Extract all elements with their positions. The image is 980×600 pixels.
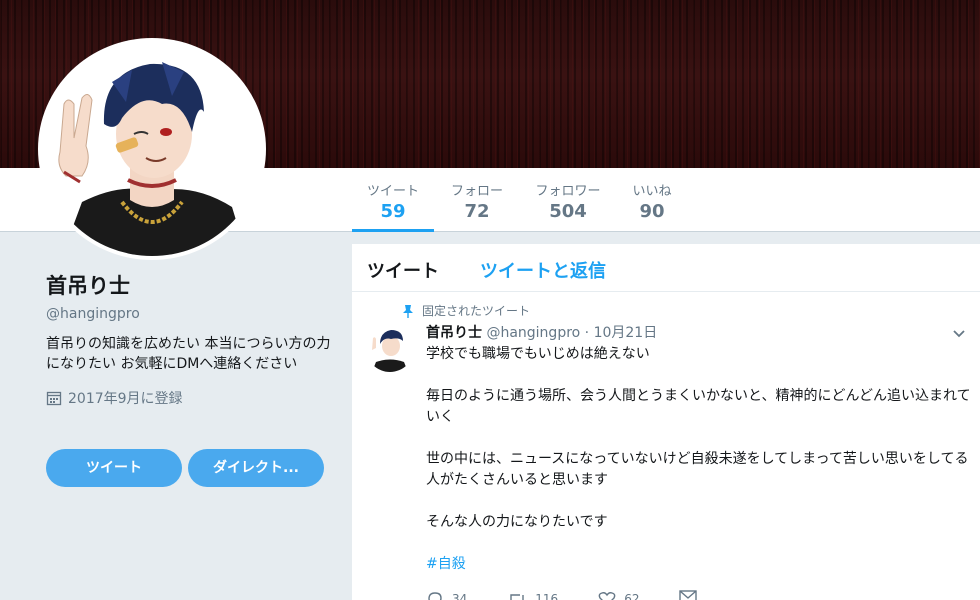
- tweet-author-name[interactable]: 首吊り士: [426, 325, 482, 341]
- tweet-to-button[interactable]: ツイート: [46, 449, 182, 487]
- envelope-icon: [679, 590, 698, 600]
- tweet-separator: ·: [584, 325, 590, 341]
- calendar-icon: [46, 391, 62, 406]
- reply-icon: [428, 591, 442, 600]
- retweet-count: 116: [535, 591, 559, 600]
- chevron-down-icon[interactable]: [952, 324, 966, 343]
- stat-likes[interactable]: いいね 90: [622, 180, 682, 232]
- avatar-illustration: [42, 42, 262, 256]
- tab-tweets-and-replies[interactable]: ツイートと返信: [480, 257, 606, 283]
- timeline: ツイート ツイートと返信 固定されたツイート 首吊り士 @hangingpro …: [352, 244, 980, 600]
- reply-action[interactable]: 34: [426, 591, 467, 600]
- profile-joined-text: 2017年9月に登録: [68, 391, 183, 407]
- tweet-line: 毎日のように通う場所、会う人間とうまくいかないと、精神的にどんどん追い込まれてい…: [426, 388, 971, 425]
- tweet-date[interactable]: 10月21日: [594, 325, 658, 341]
- pinned-indicator: 固定されたツイート: [402, 302, 530, 319]
- tab-tweets[interactable]: ツイート: [367, 257, 439, 283]
- stat-following[interactable]: フォロー 72: [442, 180, 512, 232]
- pinned-label: 固定されたツイート: [422, 304, 531, 318]
- stat-tweets[interactable]: ツイート 59: [352, 180, 434, 232]
- stat-likes-count: 90: [639, 201, 665, 222]
- profile-joined: 2017年9月に登録: [46, 388, 336, 408]
- profile-bio: 首吊りの知識を広めたい 本当につらい方の力になりたい お気軽にDMへ連絡ください: [46, 336, 331, 372]
- tweet-actions: 34 116 62: [426, 590, 698, 600]
- heart-icon: [598, 591, 616, 600]
- profile-name: 首吊り士: [46, 274, 130, 298]
- retweet-action[interactable]: 116: [507, 591, 558, 600]
- tweet-avatar-illustration: [366, 324, 414, 372]
- like-count: 62: [624, 591, 640, 600]
- stat-likes-label: いいね: [632, 184, 672, 199]
- profile-info: 首吊り士 @hangingpro 首吊りの知識を広めたい 本当につらい方の力にな…: [46, 270, 336, 408]
- tweet-hashtag[interactable]: #自殺: [426, 554, 971, 575]
- retweet-icon: [510, 593, 524, 600]
- tweet-text: 学校でも職場でもいじめは絶えない 毎日のように通う場所、会う人間とうまくいかない…: [426, 344, 971, 596]
- stat-followers-count: 504: [549, 201, 587, 222]
- tweet-header: 首吊り士 @hangingpro · 10月21日: [426, 322, 657, 342]
- tweet-line: そんな人の力になりたいです: [426, 514, 608, 530]
- like-action[interactable]: 62: [598, 591, 639, 600]
- reply-count: 34: [452, 591, 468, 600]
- dm-action[interactable]: [679, 590, 698, 600]
- timeline-tabs: ツイート ツイートと返信: [352, 244, 980, 292]
- pin-icon: [403, 304, 413, 318]
- tweet-line: 学校でも職場でもいじめは絶えない: [426, 346, 650, 362]
- tweet-author-handle[interactable]: @hangingpro: [486, 325, 580, 341]
- stat-followers-label: フォロワー: [535, 184, 601, 199]
- direct-message-button[interactable]: ダイレクト...: [188, 449, 324, 487]
- stat-tweets-label: ツイート: [366, 184, 419, 199]
- stat-following-label: フォロー: [450, 184, 503, 199]
- profile-handle[interactable]: @hangingpro: [46, 306, 336, 322]
- stat-tweets-count: 59: [380, 201, 406, 222]
- tweet-line: 世の中には、ニュースになっていないけど自殺未遂をしてしまって苦しい思いをしてる人…: [426, 451, 969, 488]
- stat-followers[interactable]: フォロワー 504: [526, 180, 610, 232]
- stat-following-count: 72: [464, 201, 490, 222]
- tweet-avatar[interactable]: [366, 324, 414, 372]
- profile-avatar[interactable]: [38, 38, 266, 260]
